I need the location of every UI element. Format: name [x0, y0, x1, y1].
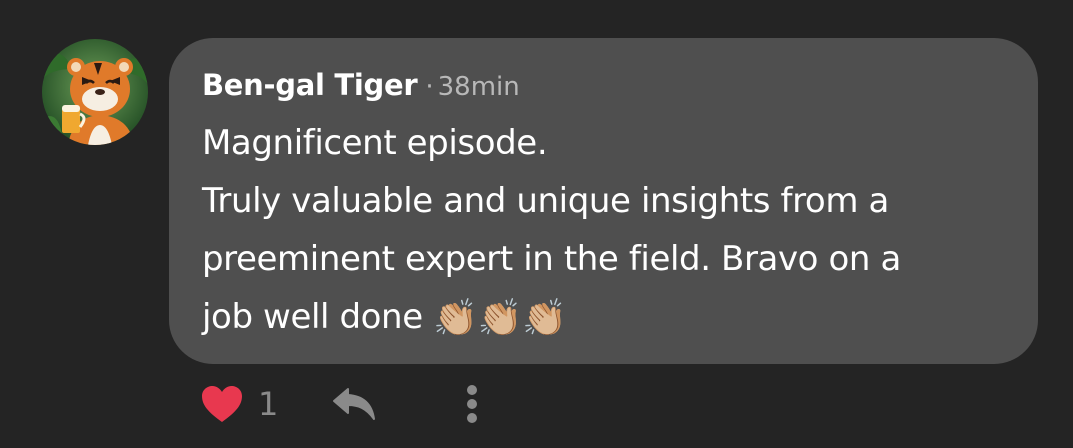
- comment-text: Magnificent episode. Truly valuable and …: [202, 114, 1004, 348]
- comment-line: job well done 👏🏼👏🏼👏🏼: [202, 288, 1004, 348]
- avatar[interactable]: [42, 39, 148, 145]
- comment-item: Ben-gal Tiger · 38min Magnificent episod…: [0, 0, 1073, 448]
- author-name[interactable]: Ben-gal Tiger: [202, 68, 418, 102]
- comment-actions: 1: [200, 376, 480, 432]
- more-vertical-icon: [467, 385, 478, 423]
- comment-line: preeminent expert in the field. Bravo on…: [202, 239, 901, 279]
- like-button[interactable]: 1: [200, 384, 278, 424]
- tiger-avatar-icon: [42, 39, 148, 145]
- reply-button[interactable]: [332, 387, 376, 421]
- more-options-button[interactable]: [464, 382, 480, 426]
- comment-line: Magnificent episode.: [202, 123, 548, 163]
- comment-line-text: job well done: [202, 297, 423, 337]
- comment-bubble: Ben-gal Tiger · 38min Magnificent episod…: [169, 38, 1038, 364]
- meta-separator: ·: [425, 72, 434, 102]
- reply-icon: [333, 388, 376, 420]
- clapping-hands-emoji: 👏🏼👏🏼👏🏼: [433, 298, 567, 339]
- like-count: 1: [258, 385, 279, 423]
- heart-icon: [202, 386, 242, 422]
- comment-meta: Ben-gal Tiger · 38min: [202, 68, 1004, 108]
- comment-timestamp: 38min: [437, 72, 520, 102]
- comment-line: Truly valuable and unique insights from …: [202, 181, 889, 221]
